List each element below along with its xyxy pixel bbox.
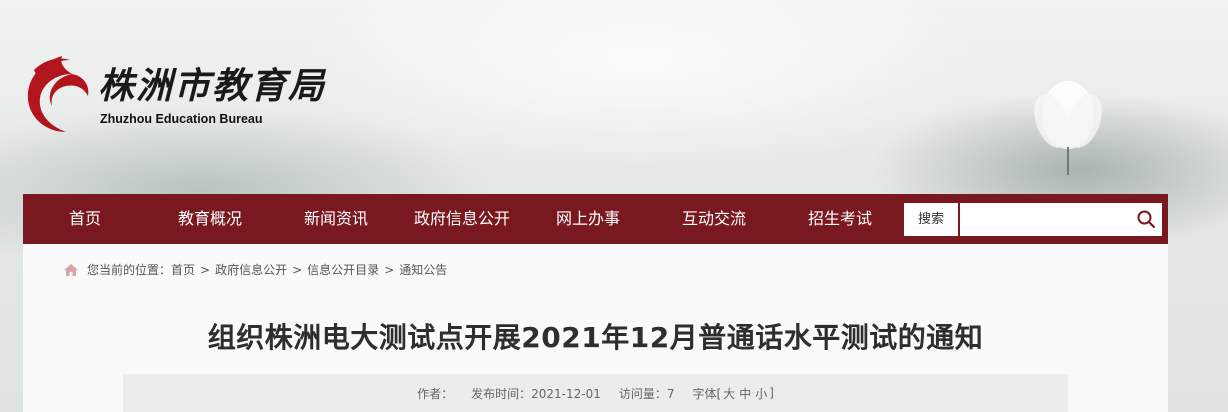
nav-item-news[interactable]: 新闻资讯 [273,194,399,244]
search-box: 搜索 [904,203,1162,236]
nav-item-gov-info[interactable]: 政府信息公开 [399,194,525,244]
font-size-large-button[interactable]: 大 [723,385,735,402]
nav-item-education-overview[interactable]: 教育概况 [147,194,273,244]
breadcrumb-link-gov-info[interactable]: 政府信息公开 [215,261,287,278]
breadcrumb-separator: > [292,262,303,277]
font-size-label: 字体[ [692,386,722,401]
breadcrumb-link-notices[interactable]: 通知公告 [399,261,447,278]
nav-item-online-services[interactable]: 网上办事 [525,194,651,244]
search-input[interactable] [960,203,1162,236]
article-title: 组织株洲电大测试点开展2021年12月普通话水平测试的通知 [207,321,984,354]
nav-item-home[interactable]: 首页 [23,194,147,244]
breadcrumb-prefix: 您当前的位置： [87,263,172,277]
breadcrumb-link-info-catalog[interactable]: 信息公开目录 [307,261,379,278]
font-size-medium-button[interactable]: 中 [739,385,751,402]
main-nav: 首页 教育概况 新闻资讯 政府信息公开 网上办事 互动交流 招生考试 搜索 [23,194,1168,244]
logo-flame-icon [27,56,89,132]
author-label: 作者： [417,386,454,401]
nav-item-admissions[interactable]: 招生考试 [777,194,903,244]
home-icon [64,263,78,276]
font-size-bracket-end: ] [769,386,774,400]
font-size-small-button[interactable]: 小 [755,385,767,402]
search-label[interactable]: 搜索 [904,203,958,236]
breadcrumb: 您当前的位置： 首页 > 政府信息公开 > 信息公开目录 > 通知公告 [63,261,447,278]
breadcrumb-separator: > [384,262,395,277]
breadcrumb-link-home[interactable]: 首页 [171,261,195,278]
nav-item-interaction[interactable]: 互动交流 [651,194,777,244]
lotus-decoration [1034,81,1102,175]
publish-date: 发布时间：2021-12-01 [471,386,601,401]
logo-chinese-text: 株洲市教育局 [98,65,327,107]
search-icon[interactable] [1136,209,1156,229]
breadcrumb-separator: > [200,262,211,277]
site-header: 株洲市教育局 Zhuzhou Education Bureau [0,0,1228,194]
logo-english-text: Zhuzhou Education Bureau [100,112,263,126]
view-count: 访问量：7 [618,386,675,401]
site-logo[interactable]: 株洲市教育局 Zhuzhou Education Bureau [22,52,326,136]
article-meta-bar: 作者： 发布时间：2021-12-01 访问量：7 字体[ 大 中 小 ] [123,374,1068,412]
main-content: 您当前的位置： 首页 > 政府信息公开 > 信息公开目录 > 通知公告 组织株洲… [23,244,1168,412]
